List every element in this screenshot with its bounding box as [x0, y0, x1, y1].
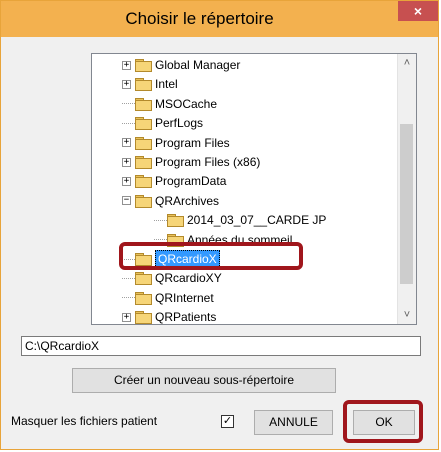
tree-connector: [154, 219, 167, 221]
tree-item-label: QRcardioXY: [155, 271, 222, 286]
close-icon: ×: [413, 3, 423, 19]
tree-scrollbar[interactable]: ˄ ˅: [397, 54, 416, 324]
tree-item-label: Program Files (x86): [155, 155, 261, 169]
highlight-selected-folder: [119, 242, 303, 270]
tree-item[interactable]: + QRPatients: [122, 307, 217, 325]
dialog-window: Choisir le répertoire × + Global Manager +…: [0, 0, 439, 450]
tree-item-label: QRPatients: [155, 310, 217, 325]
tree-connector: [122, 122, 135, 124]
tree-item-label: QRArchives: [155, 193, 220, 208]
dialog-title: Choisir le répertoire: [125, 9, 274, 28]
tree-item-label: 2014_03_07__CARDE JP: [187, 213, 327, 228]
title-bar[interactable]: Choisir le répertoire ×: [1, 1, 438, 37]
folder-tree[interactable]: + Global Manager + Intel MSOCache PerfLogs + Pr…: [91, 53, 417, 325]
tree-items: + Global Manager + Intel MSOCache PerfLogs + Pr…: [92, 54, 398, 324]
tree-item-label: Global Manager: [155, 58, 241, 72]
mask-patient-files-label: Masquer les fichiers patient: [11, 414, 158, 428]
path-input[interactable]: [21, 336, 421, 356]
tree-item[interactable]: + Global Manager: [122, 55, 240, 75]
tree-connector: [122, 277, 135, 279]
tree-connector: [122, 297, 135, 299]
folder-icon: [135, 117, 152, 131]
tree-item[interactable]: MSOCache: [122, 94, 217, 114]
tree-item-label: MSOCache: [155, 96, 218, 111]
mask-patient-files-checkbox[interactable]: ✓: [221, 415, 234, 428]
expand-icon[interactable]: +: [122, 60, 131, 70]
tree-item-label: QRInternet: [155, 290, 214, 305]
scroll-down-icon[interactable]: ˅: [398, 306, 416, 324]
tree-connector: [154, 239, 167, 241]
tree-item[interactable]: + ProgramData: [122, 171, 226, 191]
folder-icon: [135, 194, 152, 208]
folder-icon: [135, 311, 152, 324]
scroll-up-icon[interactable]: ˄: [398, 54, 416, 72]
folder-icon: [135, 59, 152, 72]
folder-icon: [135, 291, 152, 305]
folder-icon: [135, 272, 152, 286]
tree-item[interactable]: + Program Files (x86): [122, 152, 260, 172]
expand-icon[interactable]: +: [122, 312, 131, 322]
folder-icon: [135, 175, 152, 189]
tree-item[interactable]: QRInternet: [122, 288, 214, 308]
folder-icon: [135, 156, 152, 169]
cancel-button[interactable]: ANNULE: [254, 410, 333, 435]
expand-icon[interactable]: +: [122, 176, 131, 186]
tree-item-label: PerfLogs: [155, 116, 204, 131]
tree-item[interactable]: QRcardioXY: [122, 268, 222, 288]
check-icon: ✓: [222, 415, 233, 427]
folder-icon: [135, 136, 152, 150]
create-subfolder-button[interactable]: Créer un nouveau sous-répertoire: [72, 368, 336, 393]
tree-item[interactable]: + Intel: [122, 74, 178, 94]
tree-item-label: ProgramData: [155, 174, 227, 189]
expand-icon[interactable]: +: [122, 157, 131, 167]
tree-item[interactable]: 2014_03_07__CARDE JP: [154, 210, 326, 230]
highlight-ok-button: [343, 400, 423, 443]
dialog-body: + Global Manager + Intel MSOCache PerfLogs + Pr…: [8, 37, 431, 442]
tree-item-label: Program Files: [155, 135, 230, 150]
folder-icon: [167, 214, 184, 228]
folder-icon: [135, 78, 152, 92]
tree-item[interactable]: PerfLogs: [122, 113, 203, 133]
tree-item[interactable]: + Program Files: [122, 133, 230, 153]
scroll-thumb[interactable]: [400, 124, 413, 284]
tree-connector: [122, 103, 135, 105]
expand-icon[interactable]: +: [122, 79, 131, 89]
expand-icon[interactable]: +: [122, 138, 131, 148]
collapse-icon[interactable]: −: [122, 196, 131, 206]
close-button[interactable]: ×: [398, 1, 438, 21]
tree-item-label: Intel: [155, 77, 178, 92]
tree-item[interactable]: − QRArchives: [122, 191, 219, 211]
folder-icon: [135, 97, 152, 111]
